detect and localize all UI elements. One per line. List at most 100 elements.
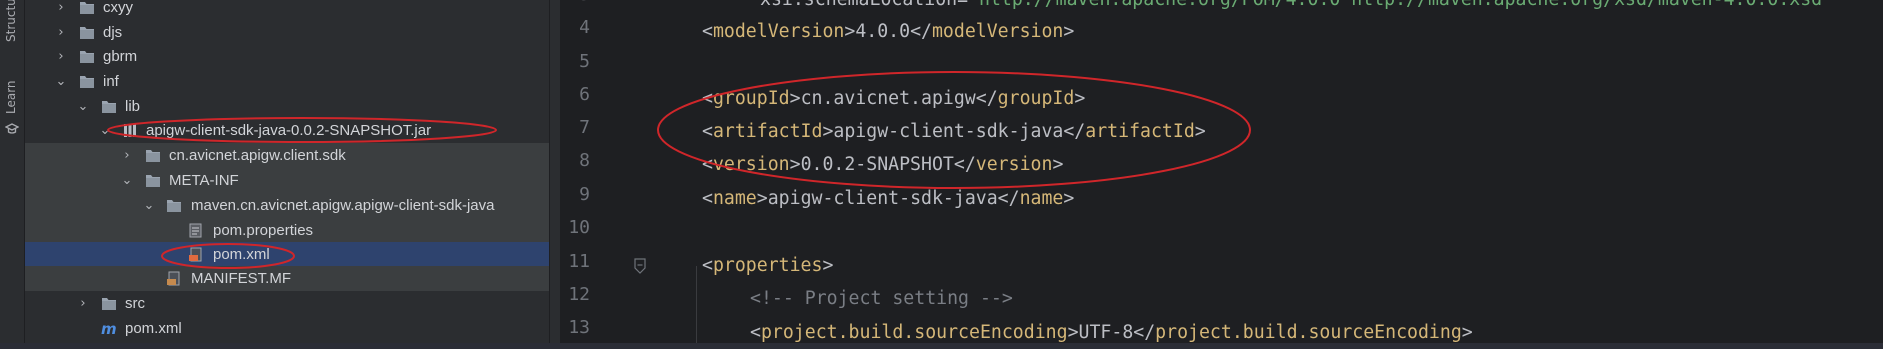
line-number: 11	[568, 251, 590, 272]
tree-row-djs[interactable]: › djs	[25, 20, 549, 45]
project-tree: › cxyy › djs › gbrm ⌄ inf ⌄ lib ⌄ apigw-…	[25, 0, 549, 343]
folder-icon	[102, 101, 116, 113]
xml-tag: name	[1019, 188, 1064, 209]
tree-row-pom-properties[interactable]: pom.properties	[25, 218, 549, 243]
xml-tag: artifactId	[712, 121, 823, 142]
tree-row-gbrm[interactable]: › gbrm	[25, 44, 549, 69]
learn-icon[interactable]	[5, 122, 19, 136]
xml-file-icon	[189, 247, 202, 262]
line-number: 10	[568, 217, 590, 238]
fold-marker-icon[interactable]	[633, 258, 647, 274]
xml-tag: modelVersion	[712, 21, 845, 42]
code-attribute-value: "http://maven.apache.org/POM/4.0.0 http:…	[968, 0, 1833, 10]
maven-icon: m	[101, 321, 117, 336]
code-line-11: <properties>	[702, 255, 834, 276]
code-attribute: xsi:schemaLocation=	[760, 0, 968, 10]
chevron-down-icon[interactable]: ⌄	[54, 69, 68, 94]
tree-row-maven-folder[interactable]: ⌄ maven.cn.avicnet.apigw.apigw-client-sd…	[25, 193, 549, 218]
folder-icon	[80, 76, 94, 88]
tree-row-label: apigw-client-sdk-java-0.0.2-SNAPSHOT.jar	[146, 122, 432, 139]
chevron-right-icon[interactable]: ›	[54, 20, 68, 45]
tree-row-label: cn.avicnet.apigw.client.sdk	[169, 147, 346, 164]
chevron-down-icon[interactable]: ⌄	[120, 168, 134, 193]
folder-icon	[146, 150, 160, 162]
tree-row-label: cxyy	[103, 0, 133, 16]
tree-row-src[interactable]: › src	[25, 291, 549, 316]
tree-row-pom-xml-selected[interactable]: pom.xml	[25, 242, 549, 267]
line-number: 7	[579, 117, 590, 138]
folder-icon	[167, 200, 181, 212]
line-number: 9	[579, 184, 590, 205]
tree-row-package[interactable]: › cn.avicnet.apigw.client.sdk	[25, 143, 549, 168]
xml-tag: project.build.sourceEncoding	[760, 322, 1068, 343]
code-line-7: <artifactId>apigw-client-sdk-java</artif…	[702, 121, 1206, 142]
folder-icon	[80, 27, 94, 39]
chevron-down-icon[interactable]: ⌄	[76, 94, 90, 119]
chevron-right-icon[interactable]: ›	[54, 44, 68, 69]
xml-value: apigw-client-sdk-java	[833, 121, 1064, 142]
tree-row-inf[interactable]: ⌄ inf	[25, 69, 549, 94]
line-number: 12	[568, 284, 590, 305]
xml-value: UTF-8	[1078, 322, 1134, 343]
xml-value: apigw-client-sdk-java	[767, 188, 998, 209]
tree-row-label: gbrm	[103, 48, 138, 65]
line-number: 5	[579, 51, 590, 72]
code-line-8: <version>0.0.2-SNAPSHOT</version>	[702, 154, 1064, 175]
folder-icon	[80, 2, 94, 14]
xml-value: 4.0.0	[855, 21, 911, 42]
structure-tab[interactable]: Structure	[4, 0, 18, 42]
xml-tag: groupId	[997, 88, 1075, 109]
tree-row-label: djs	[103, 24, 123, 41]
jar-icon	[124, 124, 136, 137]
code-line-6: <groupId>cn.avicnet.apigw</groupId>	[702, 88, 1086, 109]
xml-tag: version	[712, 154, 790, 175]
xml-value: 0.0.2-SNAPSHOT	[800, 154, 954, 175]
xml-tag: name	[712, 188, 757, 209]
folder-icon	[102, 298, 116, 310]
svg-text:m: m	[101, 321, 117, 336]
xml-value: cn.avicnet.apigw	[800, 88, 976, 109]
code-line-9: <name>apigw-client-sdk-java</name>	[702, 188, 1075, 209]
chevron-down-icon[interactable]: ⌄	[98, 118, 112, 143]
tree-row-cxyy[interactable]: › cxyy	[25, 0, 549, 20]
code-line-13: <project.build.sourceEncoding>UTF-8</pro…	[750, 322, 1473, 343]
chevron-right-icon[interactable]: ›	[54, 0, 68, 20]
xml-tag: version	[975, 154, 1053, 175]
chevron-right-icon[interactable]: ›	[76, 291, 90, 316]
tree-row-label: src	[125, 295, 145, 312]
line-number-gutter: 3 4 5 6 7 8 9 10 11 12 13	[560, 0, 640, 343]
code-line-3: xsi:schemaLocation="http://maven.apache.…	[760, 0, 1833, 16]
line-number: 8	[579, 150, 590, 171]
tree-row-label: META-INF	[169, 172, 239, 189]
tool-window-strip: Structure Learn	[0, 0, 25, 343]
learn-tab[interactable]: Learn	[4, 80, 18, 114]
tree-row-manifest[interactable]: MANIFEST.MF	[25, 266, 549, 291]
line-number: 6	[579, 84, 590, 105]
line-number: 4	[579, 17, 590, 38]
tree-row-label: MANIFEST.MF	[191, 270, 291, 287]
code-line-12: <!-- Project setting -->	[750, 282, 1013, 315]
xml-comment: <!-- Project setting -->	[750, 288, 1013, 309]
folder-icon	[146, 175, 160, 187]
xml-tag: properties	[712, 255, 823, 276]
tree-row-label: pom.properties	[213, 222, 314, 239]
xml-tag: modelVersion	[931, 21, 1064, 42]
xml-tag: artifactId	[1085, 121, 1195, 142]
tree-row-label: pom.xml	[125, 320, 182, 337]
line-number: 3	[550, 0, 590, 5]
line-number: 13	[568, 317, 590, 338]
tree-row-label: maven.cn.avicnet.apigw.apigw-client-sdk-…	[191, 197, 495, 214]
chevron-right-icon[interactable]: ›	[120, 143, 134, 168]
tree-row-jar[interactable]: ⌄ apigw-client-sdk-java-0.0.2-SNAPSHOT.j…	[25, 118, 549, 143]
code-line-4: <modelVersion>4.0.0</modelVersion>	[702, 21, 1075, 42]
tree-row-label: lib	[125, 98, 141, 115]
indent-guide	[696, 266, 697, 343]
tree-row-label: pom.xml	[213, 246, 270, 263]
manifest-file-icon	[167, 271, 180, 286]
tree-row-lib[interactable]: ⌄ lib	[25, 94, 549, 119]
xml-tag: groupId	[712, 88, 790, 109]
tree-row-meta-inf[interactable]: ⌄ META-INF	[25, 168, 549, 193]
xml-tag: project.build.sourceEncoding	[1155, 322, 1462, 343]
tree-row-root-pom[interactable]: m pom.xml	[25, 316, 549, 341]
chevron-down-icon[interactable]: ⌄	[142, 193, 156, 218]
